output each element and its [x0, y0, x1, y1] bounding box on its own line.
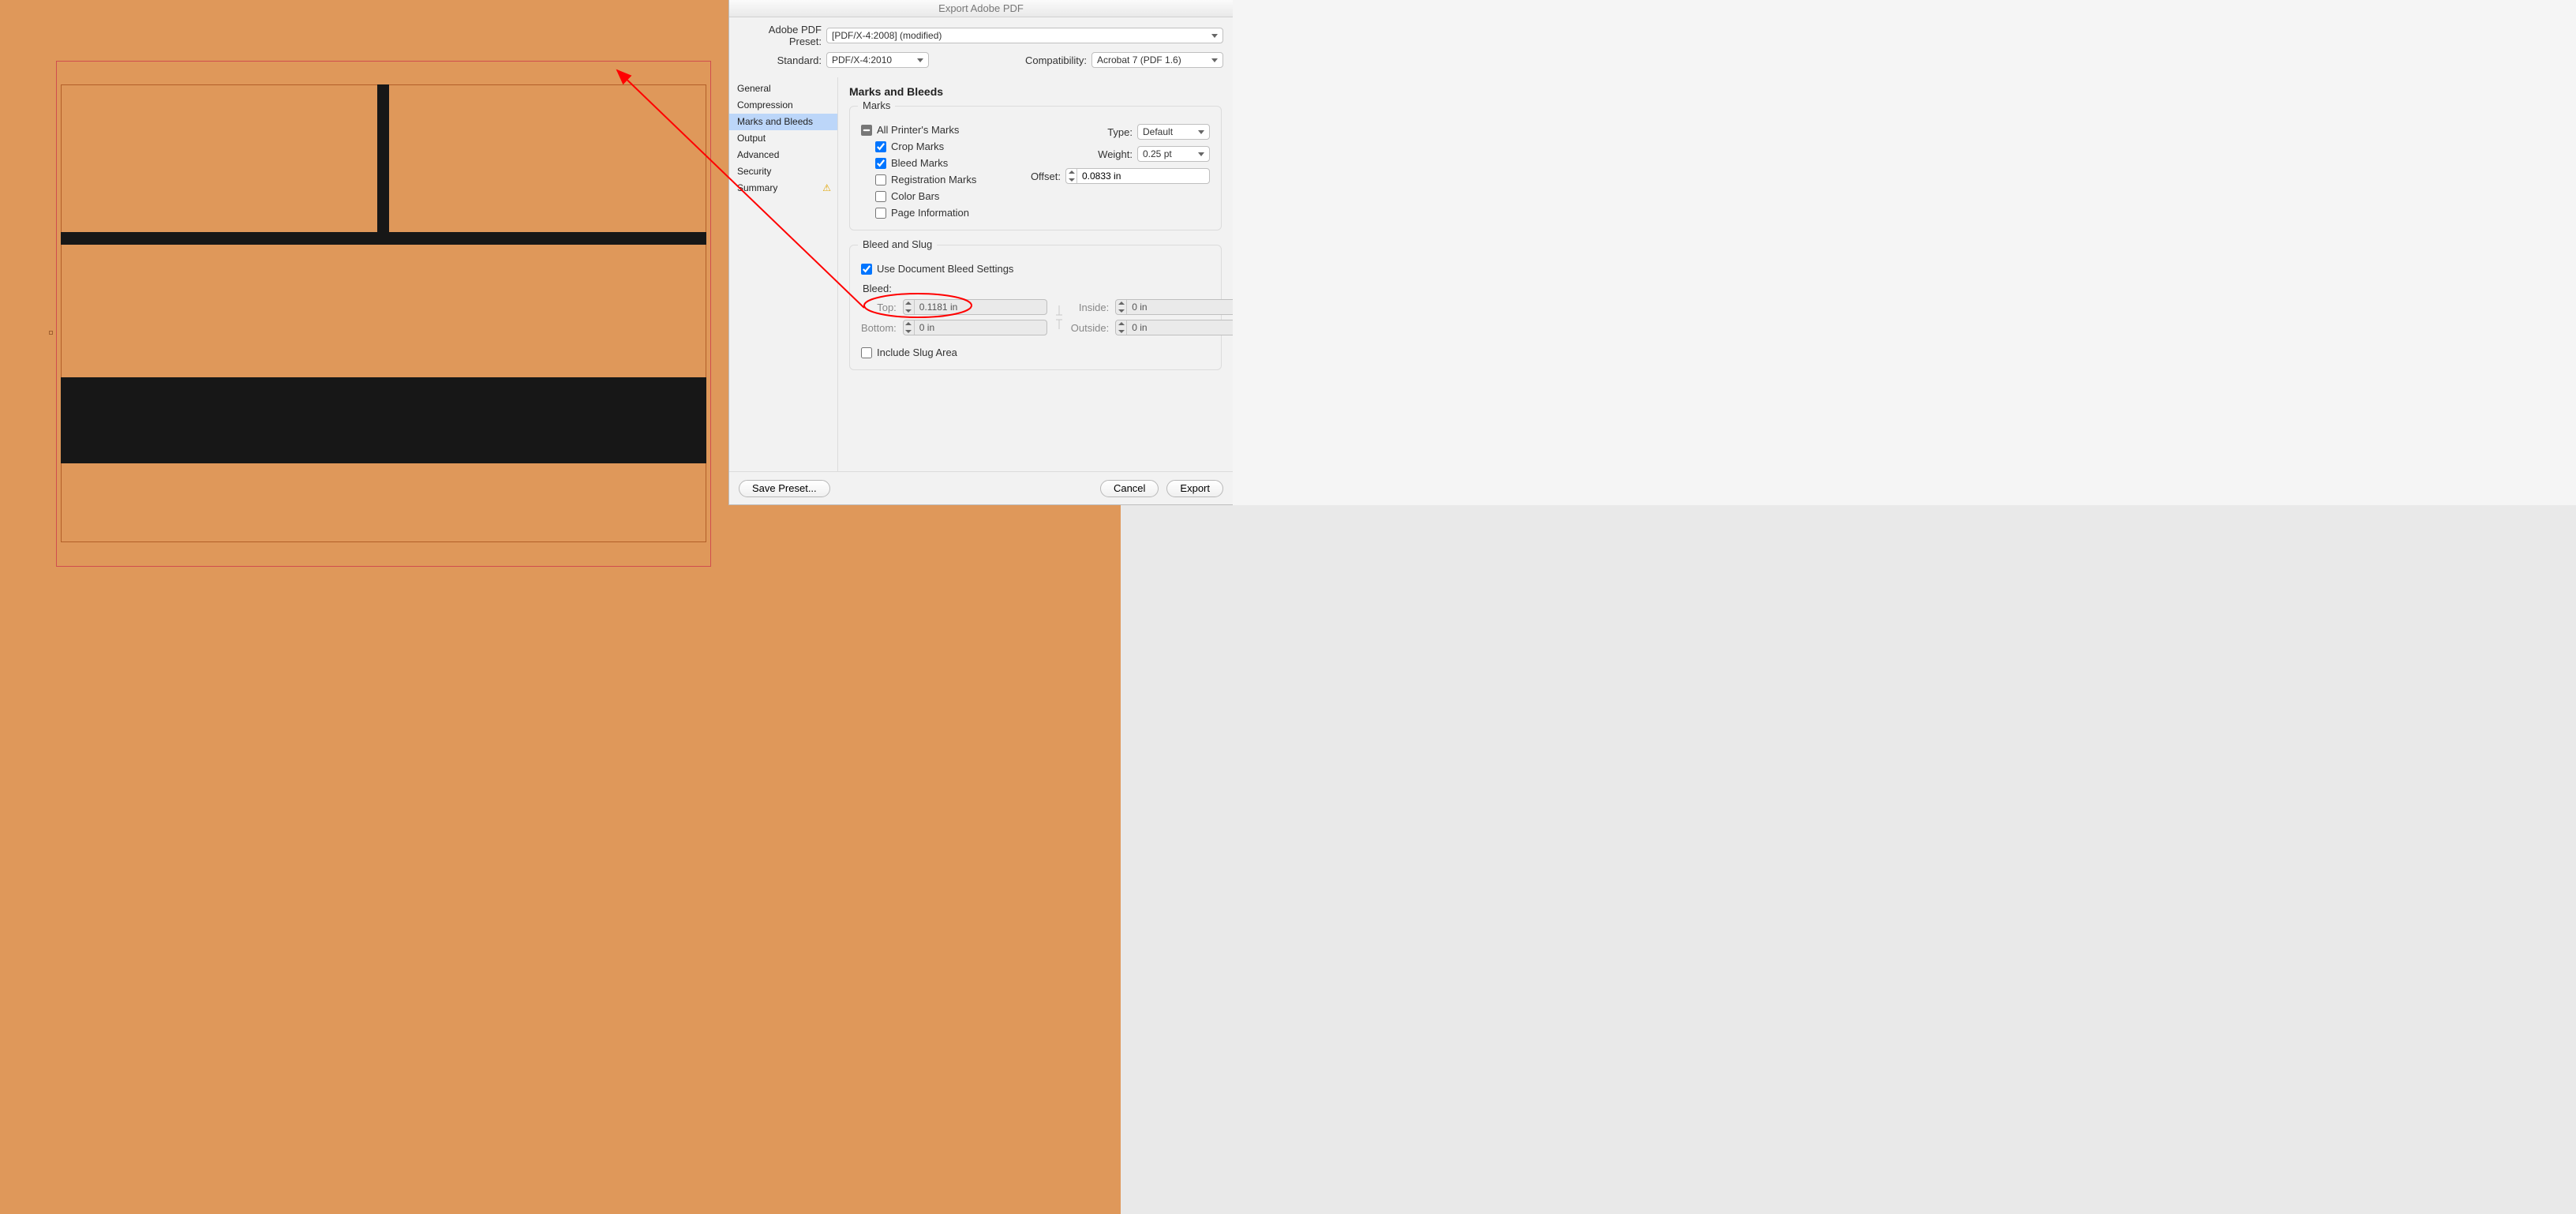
- bleed-label: Bleed:: [863, 283, 1210, 294]
- marks-and-bleeds-panel: Marks and Bleeds Marks All Printer's Mar…: [838, 77, 1233, 471]
- stepper-arrows-icon: [904, 300, 915, 314]
- bleed-inside-label: Inside:: [1071, 302, 1109, 313]
- preset-value: [PDF/X-4:2008] (modified): [832, 30, 942, 41]
- bleed-top-value: [915, 300, 1046, 314]
- compatibility-value: Acrobat 7 (PDF 1.6): [1097, 54, 1181, 66]
- crop-marks-checkbox[interactable]: Crop Marks: [861, 141, 1060, 152]
- anchor-marker: [49, 331, 53, 335]
- document-canvas: [0, 0, 2576, 1214]
- dialog-footer: Save Preset... Cancel Export: [729, 471, 1233, 504]
- bleed-and-slug-group-title: Bleed and Slug: [858, 238, 937, 250]
- marks-group-title: Marks: [858, 99, 895, 111]
- sidebar-item-marks-and-bleeds[interactable]: Marks and Bleeds: [729, 114, 837, 130]
- placed-object: [61, 232, 706, 245]
- standard-select[interactable]: PDF/X-4:2010: [826, 52, 929, 68]
- chevron-down-icon: [1198, 130, 1204, 134]
- type-select[interactable]: Default: [1137, 124, 1210, 140]
- chevron-down-icon: [1198, 152, 1204, 156]
- panel-title: Marks and Bleeds: [849, 85, 1222, 98]
- app-background: [1121, 505, 2576, 1214]
- sidebar-item-general[interactable]: General: [729, 81, 837, 97]
- warning-icon: ⚠: [822, 180, 831, 197]
- weight-label: Weight:: [1098, 148, 1133, 160]
- dialog-title: Export Adobe PDF: [729, 0, 1233, 17]
- bleed-outside-stepper: [1115, 320, 1233, 335]
- stepper-arrows-icon: [1116, 300, 1127, 314]
- sidebar-item-advanced[interactable]: Advanced: [729, 147, 837, 163]
- type-label: Type:: [1107, 126, 1133, 138]
- offset-value[interactable]: [1077, 169, 1209, 183]
- bleed-and-slug-group: Bleed and Slug Use Document Bleed Settin…: [849, 245, 1222, 370]
- export-pdf-dialog: Export Adobe PDF Adobe PDF Preset: [PDF/…: [728, 0, 1233, 505]
- dialog-header-controls: Adobe PDF Preset: [PDF/X-4:2008] (modifi…: [729, 17, 1233, 77]
- all-printers-marks-checkbox[interactable]: All Printer's Marks: [861, 124, 1060, 136]
- save-preset-button[interactable]: Save Preset...: [739, 480, 830, 497]
- offset-label: Offset:: [1031, 170, 1061, 182]
- include-slug-area-checkbox[interactable]: Include Slug Area: [861, 347, 1210, 358]
- bleed-outside-value: [1127, 320, 1233, 335]
- export-button[interactable]: Export: [1166, 480, 1223, 497]
- sidebar-item-security[interactable]: Security: [729, 163, 837, 180]
- placed-object: [61, 377, 706, 463]
- bleed-bottom-value: [915, 320, 1046, 335]
- sidebar-item-output[interactable]: Output: [729, 130, 837, 147]
- use-document-bleed-checkbox[interactable]: Use Document Bleed Settings: [861, 263, 1210, 275]
- link-icon: [1054, 304, 1065, 331]
- standard-value: PDF/X-4:2010: [832, 54, 892, 66]
- preset-select[interactable]: [PDF/X-4:2008] (modified): [826, 28, 1223, 43]
- compatibility-select[interactable]: Acrobat 7 (PDF 1.6): [1091, 52, 1223, 68]
- page-information-checkbox[interactable]: Page Information: [861, 207, 1060, 219]
- standard-label: Standard:: [739, 54, 822, 66]
- sidebar-item-compression[interactable]: Compression: [729, 97, 837, 114]
- marks-group: Marks All Printer's Marks Crop Marks: [849, 106, 1222, 230]
- weight-select[interactable]: 0.25 pt: [1137, 146, 1210, 162]
- bleed-outside-label: Outside:: [1071, 322, 1109, 334]
- bleed-inside-value: [1127, 300, 1233, 314]
- bleed-bottom-label: Bottom:: [861, 322, 897, 334]
- preset-label: Adobe PDF Preset:: [739, 24, 822, 47]
- stepper-arrows-icon: [1116, 320, 1127, 335]
- chevron-down-icon: [1211, 58, 1218, 62]
- bleed-bottom-stepper: [903, 320, 1047, 335]
- sidebar-item-summary[interactable]: Summary ⚠: [729, 180, 837, 197]
- bleed-top-label: Top:: [861, 302, 897, 313]
- chevron-down-icon: [917, 58, 923, 62]
- compatibility-label: Compatibility:: [1025, 54, 1087, 66]
- color-bars-checkbox[interactable]: Color Bars: [861, 190, 1060, 202]
- chevron-down-icon: [1211, 34, 1218, 38]
- cancel-button[interactable]: Cancel: [1100, 480, 1159, 497]
- dialog-sidebar: General Compression Marks and Bleeds Out…: [729, 77, 838, 471]
- bleed-marks-checkbox[interactable]: Bleed Marks: [861, 157, 1060, 169]
- bleed-inside-stepper: [1115, 299, 1233, 315]
- placed-object: [377, 84, 389, 235]
- stepper-arrows-icon[interactable]: [1066, 169, 1077, 183]
- offset-stepper[interactable]: [1065, 168, 1210, 184]
- bleed-top-stepper: [903, 299, 1047, 315]
- stepper-arrows-icon: [904, 320, 915, 335]
